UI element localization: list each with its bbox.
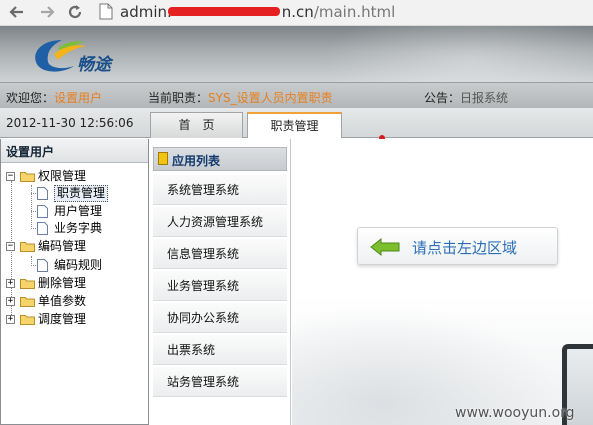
list-icon [158, 152, 168, 165]
welcome-label: 欢迎您： [6, 91, 55, 105]
tree-node-label: 权限管理 [38, 169, 87, 183]
tree-node-role-management[interactable]: 职责管理 [37, 185, 137, 202]
tree-node-code-management[interactable]: − 编码管理 [6, 238, 146, 255]
forward-arrow-icon[interactable] [38, 3, 56, 21]
tree-title: 设置用户 [1, 139, 148, 163]
url-path: /main.html [313, 3, 396, 21]
folder-icon [20, 279, 35, 289]
tree-node-label: 调度管理 [38, 312, 87, 326]
tree-node-label: 编码规则 [54, 258, 103, 272]
app-item-info-management[interactable]: 信息管理系统 [153, 239, 287, 269]
role-info: 当前职责：SYS_设置人员内置职责 [148, 89, 333, 106]
tree-node-label: 删除管理 [38, 276, 87, 290]
tree-node-user-management[interactable]: 用户管理 [37, 203, 137, 220]
folder-icon [20, 297, 35, 307]
tree-node-permission[interactable]: − 权限管理 [6, 168, 146, 185]
tab-home[interactable]: 首 页 [150, 112, 243, 138]
tree-node-dictionary[interactable]: 业务字典 [37, 220, 137, 237]
document-icon [37, 205, 48, 218]
expand-icon[interactable]: + [6, 297, 15, 306]
hint-text: 请点击左边区域 [412, 239, 518, 257]
tree-node-label: 职责管理 [54, 185, 109, 202]
app-item-office-collaboration[interactable]: 协同办公系统 [153, 303, 287, 333]
tree-panel: 设置用户 − 权限管理 职责管理 用户管理 业务字典 − 编码管理 编码规则 + [0, 139, 149, 425]
role-label: 当前职责： [148, 91, 209, 105]
browser-toolbar: admin. n.cn/main.html [0, 0, 593, 26]
role-value: SYS_设置人员内置职责 [208, 91, 333, 105]
expand-icon[interactable]: + [6, 279, 15, 288]
app-list-title: 应用列表 [172, 154, 221, 168]
current-datetime: 2012-11-30 12:56:06 [6, 116, 134, 130]
hint-box: 请点击左边区域 [357, 227, 558, 265]
notice-value[interactable]: 日报系统 [460, 91, 508, 105]
url-host-start: admin. [120, 3, 172, 21]
logo-text: 畅途 [77, 55, 111, 75]
welcome-user: 设置用户 [54, 91, 103, 105]
tree-node-schedule-management[interactable]: + 调度管理 [6, 311, 146, 328]
notice-info: 公告：日报系统 [424, 89, 508, 106]
tree-node-code-rules[interactable]: 编码规则 [37, 257, 137, 274]
redaction-mark [168, 7, 280, 16]
info-bar: 欢迎您：设置用户 当前职责：SYS_设置人员内置职责 公告：日报系统 [0, 82, 593, 108]
folder-icon [20, 315, 35, 325]
expand-icon[interactable]: + [6, 315, 15, 324]
collapse-icon[interactable]: − [6, 242, 15, 251]
left-arrow-icon [370, 238, 400, 256]
tree-node-delete-management[interactable]: + 删除管理 [6, 275, 146, 292]
folder-icon [20, 172, 35, 182]
collapse-icon[interactable]: − [6, 172, 15, 181]
app-list-panel: 应用列表 系统管理系统 人力资源管理系统 信息管理系统 业务管理系统 协同办公系… [149, 139, 291, 425]
page-document-icon [99, 3, 113, 20]
reload-icon[interactable] [66, 3, 84, 21]
app-list-header: 应用列表 [153, 147, 287, 171]
tree-node-label: 编码管理 [38, 239, 87, 253]
welcome-info: 欢迎您：设置用户 [6, 89, 102, 106]
notice-label: 公告： [424, 91, 461, 105]
main-content: 请点击左边区域 [292, 139, 593, 425]
document-icon [37, 187, 48, 200]
folder-icon [20, 242, 35, 252]
watermark: www.wooyun.org [455, 405, 575, 421]
tree-node-label: 单值参数 [38, 294, 87, 308]
url-host-end: n.cn [281, 3, 314, 21]
app-item-system-management[interactable]: 系统管理系统 [153, 175, 287, 205]
tree-node-single-params[interactable]: + 单值参数 [6, 293, 146, 310]
app-item-business-management[interactable]: 业务管理系统 [153, 271, 287, 301]
app-item-hr-management[interactable]: 人力资源管理系统 [153, 207, 287, 237]
app-item-station-management[interactable]: 站务管理系统 [153, 367, 287, 397]
back-arrow-icon[interactable] [8, 3, 26, 21]
tree-node-label: 业务字典 [54, 221, 103, 235]
document-icon [37, 259, 48, 272]
app-item-ticketing[interactable]: 出票系统 [153, 335, 287, 365]
tab-bar: 2012-11-30 12:56:06 首 页 职责管理 [0, 108, 593, 138]
tree-node-label: 用户管理 [54, 204, 103, 218]
tab-role-management[interactable]: 职责管理 [247, 112, 342, 138]
document-icon [37, 222, 48, 235]
